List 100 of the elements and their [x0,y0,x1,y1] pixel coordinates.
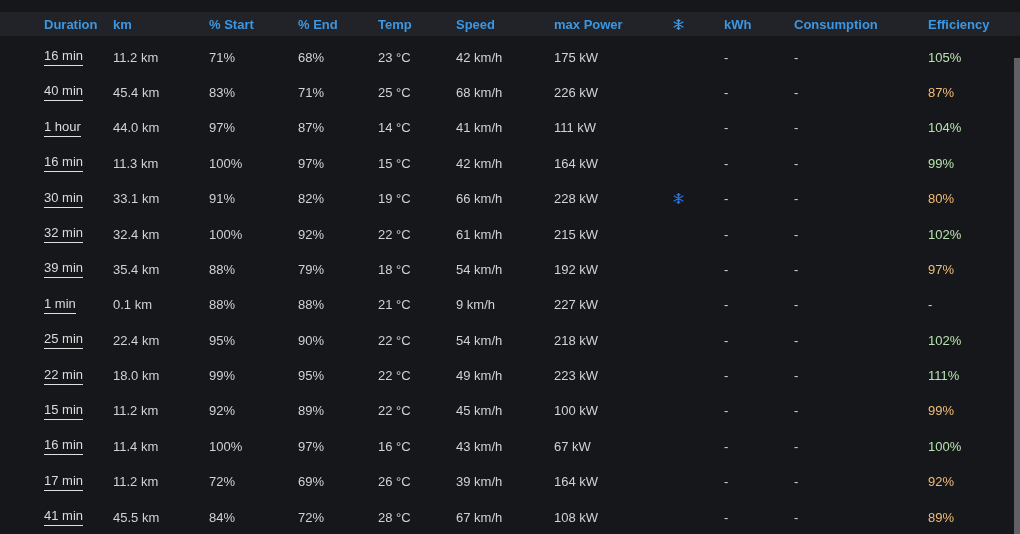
duration-link[interactable]: 17 min [44,472,84,491]
table-cell-text: - [794,297,800,313]
column-header[interactable]: Efficiency [928,16,1020,32]
table-cell-text: - [724,403,730,419]
table-cell-text: 215 kW [554,226,600,242]
table-cell-text: - [794,49,800,65]
table-cell-text: 32.4 km [113,226,161,242]
table-cell-text: 45 km/h [456,403,504,419]
duration-link[interactable]: 16 min [44,48,84,67]
table-cell-text: 61 km/h [456,226,504,242]
efficiency-value: 80% [928,191,955,207]
column-header[interactable]: Temp [378,16,456,32]
table-cell-text: - [724,297,730,313]
column-header[interactable]: max Power [554,16,673,32]
table-cell-text: - [724,261,730,277]
table-cell-text: - [794,84,800,100]
table-cell-text: 92% [209,403,237,419]
column-header[interactable]: Speed [456,16,554,32]
column-header[interactable]: kWh [724,16,794,32]
column-header[interactable]: % End [298,16,378,32]
table-cell-text: - [794,332,800,348]
table-cell-text: 0.1 km [113,297,153,313]
table-cell-text: 79% [298,261,326,277]
table-cell-text: 175 kW [554,49,600,65]
table-cell-text: 88% [209,297,237,313]
table-cell-text: 11.2 km [113,474,160,490]
table-cell-text: - [724,509,730,525]
duration-link[interactable]: 30 min [44,189,84,208]
table-cell-text: 111 kW [554,120,598,136]
duration-link[interactable]: 15 min [44,402,84,420]
duration-link[interactable]: 16 min [44,437,84,456]
table-cell-text: - [794,226,800,242]
duration-link[interactable]: 22 min [44,366,84,385]
duration-link[interactable]: 1 hour [44,118,81,137]
efficiency-value: 102% [928,332,962,348]
efficiency-value: 105% [928,49,962,65]
table-cell-text: 21 °C [378,297,412,313]
table-cell-text: 72% [298,509,326,525]
table-cell-text: 18 °C [378,261,412,277]
table-cell-text: 67 kW [554,438,592,454]
table-cell-text: 42 km/h [456,155,504,171]
table-cell-text: 72% [209,474,237,490]
duration-link[interactable]: 41 min [44,508,84,527]
table-cell-text: 44.0 km [113,120,161,136]
table-cell-text: - [794,368,800,384]
duration-link[interactable]: 39 min [44,260,84,279]
table-cell-text: 218 kW [554,332,600,348]
table-cell-text: 82% [298,191,326,207]
table-cell-text: 28 °C [378,509,412,525]
efficiency-value: 104% [928,120,962,136]
duration-link[interactable]: 25 min [44,331,84,350]
duration-link[interactable]: 16 min [44,154,84,173]
table-cell-text: 227 kW [554,297,600,313]
table-cell-text: - [794,155,800,171]
table-cell-text: 11.4 km [113,438,160,454]
table-cell-text: 11.2 km [113,403,160,419]
table-cell-text: 89% [298,403,326,419]
table-cell-text: - [794,509,800,525]
table-cell-text: 88% [209,261,237,277]
efficiency-value: 89% [928,509,955,525]
table-cell-text: 68% [298,49,326,65]
table-cell-text: - [724,474,730,490]
table-cell-text: - [724,226,730,242]
table-cell-text: - [724,368,730,384]
efficiency-value: 99% [928,155,955,171]
column-header[interactable]: % Start [209,16,298,32]
table-cell-text: - [794,120,800,136]
table-cell-text: 90% [298,332,326,348]
column-header[interactable]: Duration [44,16,113,32]
column-header[interactable]: km [113,16,209,32]
duration-link[interactable]: 40 min [44,83,84,102]
table-cell-text: 108 kW [554,509,600,525]
duration-link[interactable]: 1 min [44,295,76,314]
table-cell-text: 22 °C [378,368,412,384]
scrollbar[interactable] [1014,58,1020,534]
table-cell-text: 95% [298,368,326,384]
table-cell-text: - [794,474,800,490]
table-cell-text: 22.4 km [113,332,161,348]
table-cell-text: 11.3 km [113,155,160,171]
table-cell-text: 84% [209,509,237,525]
table-cell-text: 33.1 km [113,191,161,207]
table-cell-text: 192 kW [554,261,600,277]
table-cell-text: 100% [209,226,244,242]
table-cell-text: 99% [209,368,237,384]
table-cell-text: - [724,84,730,100]
table-cell-text: - [724,155,730,171]
table-cell-text: 22 °C [378,403,412,419]
table-cell-text: 87% [298,120,326,136]
table-cell-text: 100% [209,438,244,454]
efficiency-value: 100% [928,438,962,454]
table-cell-text: 43 km/h [456,438,504,454]
table-cell-text: - [794,403,800,419]
table-cell-text: 164 kW [554,474,600,490]
efficiency-value: 97% [928,261,955,277]
table-cell-text: 35.4 km [113,261,161,277]
column-header[interactable]: Consumption [794,16,928,32]
table-cell-text: 226 kW [554,84,600,100]
table-cell-text: 54 km/h [456,332,504,348]
table-cell-text: 228 kW [554,191,600,207]
duration-link[interactable]: 32 min [44,225,84,244]
